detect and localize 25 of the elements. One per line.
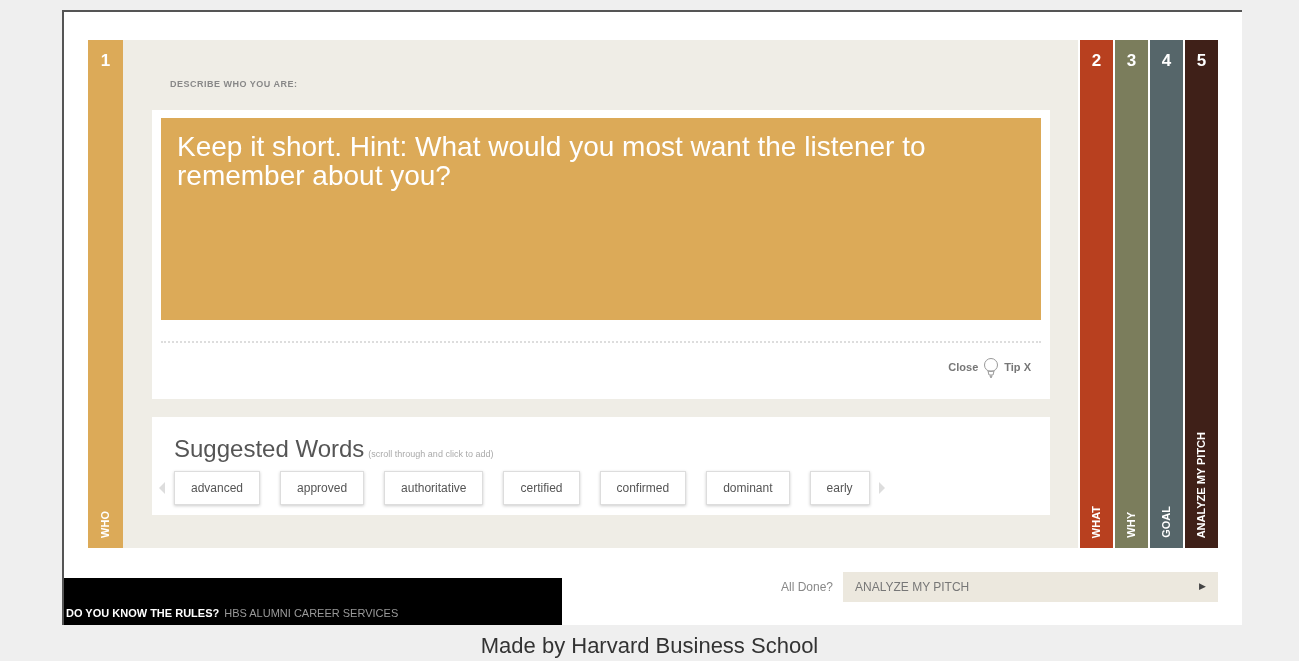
answer-field[interactable]: Keep it short. Hint: What would you most want the listener to remember about you?	[161, 117, 1041, 320]
analyze-button[interactable]: ANALYZE MY PITCH ▶	[843, 572, 1218, 602]
section-title: Suggested Words	[174, 433, 365, 464]
step-tab[interactable]: 2 WHAT	[1078, 40, 1113, 548]
section-note: (scroll through and click to add)	[368, 447, 494, 461]
word-chip[interactable]: certified	[503, 470, 580, 505]
close-link[interactable]: Close	[948, 359, 979, 376]
word-chip[interactable]: dominant	[706, 470, 790, 505]
word-chip[interactable]: early	[809, 470, 870, 505]
scroll-left-icon[interactable]	[158, 480, 166, 495]
banner-heading: DO YOU KNOW THE RULES?	[66, 605, 220, 621]
banner-text: HBS ALUMNI CAREER SERVICES	[224, 605, 399, 621]
scroll-right-icon[interactable]	[877, 480, 886, 495]
word-chip[interactable]: confirmed	[599, 470, 687, 505]
caption: Made by Harvard Business School	[479, 635, 820, 657]
word-chip[interactable]: authoritative	[384, 470, 484, 505]
lightbulb-icon	[983, 356, 1000, 379]
step-tab[interactable]: 5 ANALYZE MY PITCH	[1183, 40, 1218, 548]
word-chip[interactable]: approved	[280, 470, 365, 505]
prompt-label: DESCRIBE WHO YOU ARE:	[170, 78, 299, 91]
step-tab[interactable]: 3 WHY	[1113, 40, 1148, 548]
done-label: All Done?	[780, 579, 833, 596]
word-chip[interactable]: advanced	[174, 470, 261, 505]
tip-label: Tip X	[1004, 360, 1031, 376]
step-tab[interactable]: 4 GOAL	[1148, 40, 1183, 548]
